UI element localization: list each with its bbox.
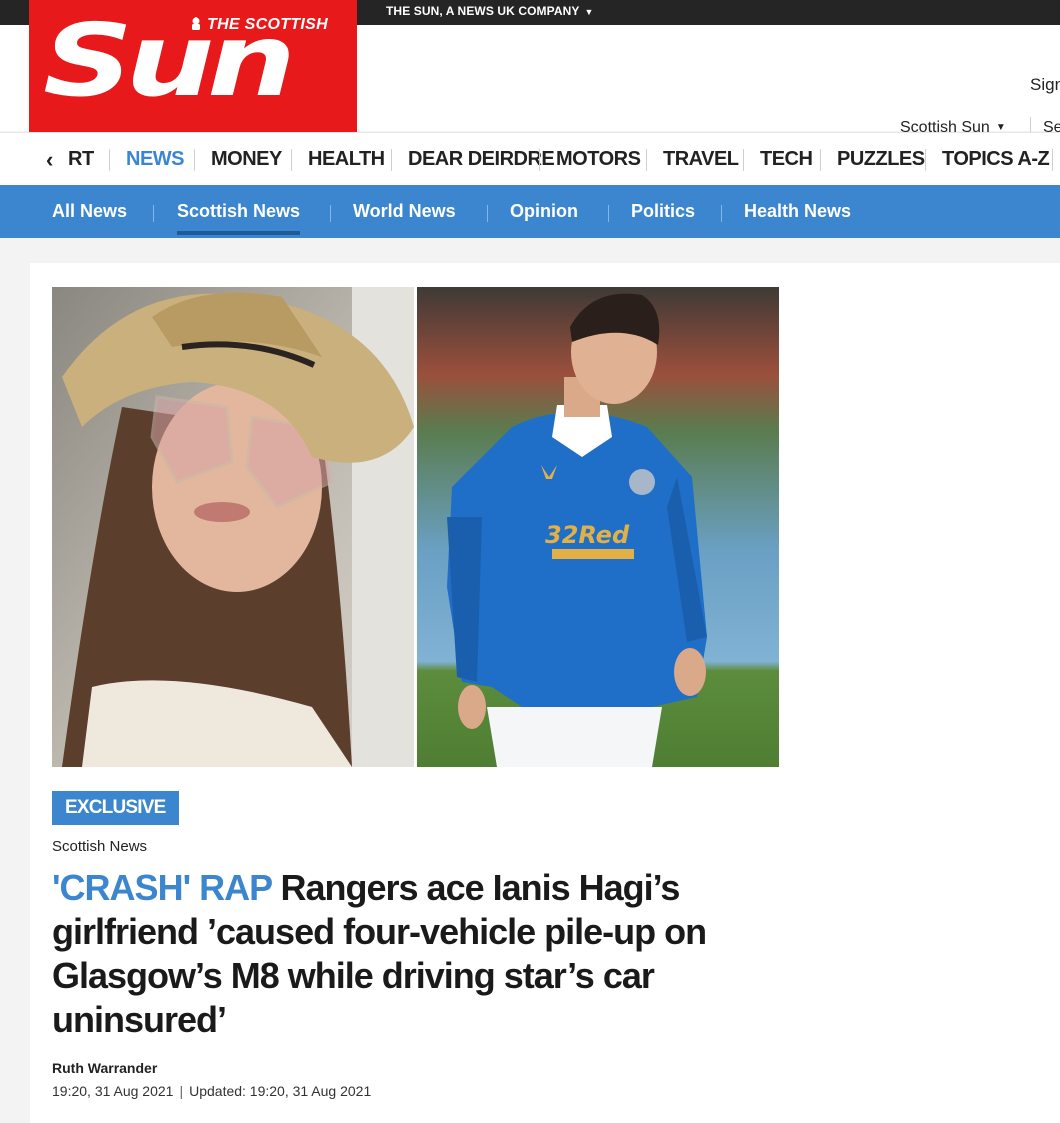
divider — [743, 149, 744, 171]
article-section-link[interactable]: Scottish News — [52, 838, 147, 855]
exclusive-badge: EXCLUSIVE — [52, 791, 179, 825]
nav-item-travel[interactable]: TRAVEL — [663, 148, 739, 171]
article-dates: 19:20, 31 Aug 2021 | Updated: 19:20, 31 Au… — [52, 1083, 371, 1099]
updated-time: Updated: 19:20, 31 Aug 2021 — [189, 1083, 372, 1099]
nav-item-sport[interactable]: RT — [68, 148, 94, 171]
divider — [646, 149, 647, 171]
subnav-item-world-news[interactable]: World News — [353, 201, 456, 222]
company-label: THE SUN, A NEWS UK COMPANY — [386, 4, 580, 18]
divider — [330, 205, 331, 222]
hand-right — [674, 648, 706, 696]
divider — [608, 205, 609, 222]
nav-item-puzzles[interactable]: PUZZLES — [837, 148, 925, 171]
sub-nav: All News Scottish News World News Opinio… — [0, 185, 1060, 238]
divider — [487, 205, 488, 222]
nav-item-motors[interactable]: MOTORS — [556, 148, 641, 171]
shorts-shape — [487, 707, 662, 767]
divider — [153, 205, 154, 222]
date-separator: | — [179, 1083, 184, 1099]
divider — [820, 149, 821, 171]
hand-left — [458, 685, 486, 729]
article-author[interactable]: Ruth Warrander — [52, 1060, 157, 1076]
main-nav: ‹ RT NEWS MONEY HEALTH DEAR DEIRDRE MOTO… — [0, 132, 1060, 186]
logo-wordmark: Sun — [43, 2, 296, 119]
divider — [194, 149, 195, 171]
caret-down-icon: ▼ — [584, 7, 594, 17]
sign-in-link[interactable]: Sign — [1030, 75, 1060, 95]
divider — [925, 149, 926, 171]
jersey-shape — [447, 412, 707, 717]
subnav-item-health-news[interactable]: Health News — [744, 201, 851, 222]
sponsor-text: 32Red — [545, 521, 630, 549]
nav-item-tech[interactable]: TECH — [760, 148, 813, 171]
subnav-item-opinion[interactable]: Opinion — [510, 201, 578, 222]
nav-item-news[interactable]: NEWS — [126, 148, 185, 171]
lips-shape — [194, 502, 250, 522]
sponsor-strip — [552, 549, 634, 559]
chevron-left-icon[interactable]: ‹ — [46, 147, 53, 173]
subnav-item-all-news[interactable]: All News — [52, 201, 127, 222]
nav-item-money[interactable]: MONEY — [211, 148, 282, 171]
nav-item-dear-deidre[interactable]: DEAR DEIRDRE — [408, 148, 555, 171]
headline-kicker: 'CRASH' RAP — [52, 867, 272, 908]
company-menu[interactable]: THE SUN, A NEWS UK COMPANY ▼ — [386, 4, 594, 18]
divider — [1052, 149, 1053, 171]
divider — [291, 149, 292, 171]
published-time: 19:20, 31 Aug 2021 — [52, 1083, 174, 1099]
divider — [721, 205, 722, 222]
photo-divider — [414, 287, 417, 767]
divider — [539, 149, 540, 171]
nav-item-topics[interactable]: TOPICS A-Z — [942, 148, 1050, 171]
divider — [391, 149, 392, 171]
nav-item-health[interactable]: HEALTH — [308, 148, 385, 171]
divider — [109, 149, 110, 171]
hero-image-graphic: 32Red — [52, 287, 779, 767]
subnav-item-politics[interactable]: Politics — [631, 201, 695, 222]
subnav-item-scottish-news[interactable]: Scottish News — [177, 201, 301, 235]
site-logo[interactable]: THE SCOTTISH Sun — [29, 0, 357, 132]
article-headline: 'CRASH' RAP Rangers ace Ianis Hagi’s gir… — [52, 866, 752, 1042]
club-crest — [629, 469, 655, 495]
article-hero-image[interactable]: 32Red — [52, 287, 779, 767]
